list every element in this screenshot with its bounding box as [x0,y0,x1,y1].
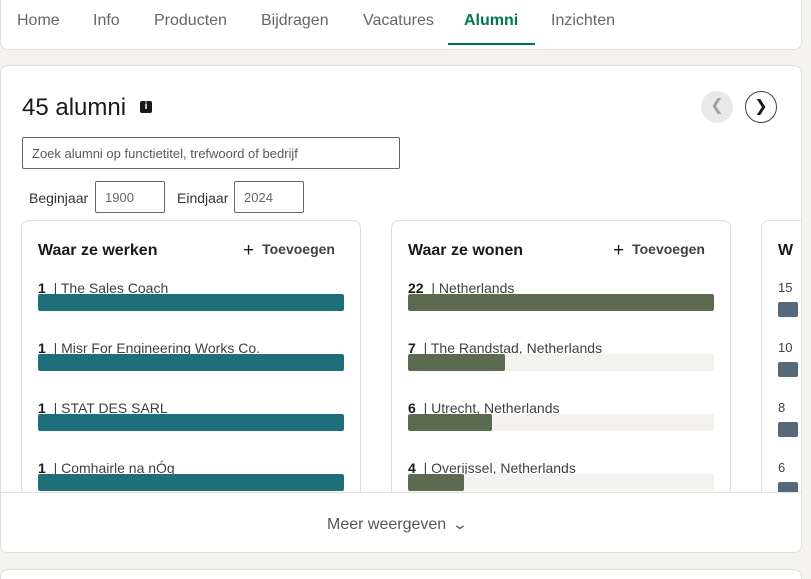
alumni-card: 45 alumni i ❮ ❯ Beginjaar Eindjaar Waar … [0,65,802,553]
column-title: W [778,242,794,259]
bar-fill [38,474,344,491]
bar-fill [38,414,344,431]
bar-fill [778,422,798,437]
previous-button[interactable]: ❮ [701,91,733,123]
tab-bijdragen[interactable]: Bijdragen [261,13,329,51]
add-button-label: Toevoegen [262,241,335,257]
chevron-left-icon: ❮ [710,97,724,114]
page-tabs: Home Info Producten Bijdragen Vacatures … [0,0,802,50]
bar-track [408,414,714,431]
column-where-they-live: Waar ze wonen + Toevoegen 22 | Netherland… [391,220,731,510]
bar-track [38,354,344,371]
card-footer: Meer weergeven ⌄ [1,492,801,552]
item-count: 10 [778,340,793,355]
item-count: 6 [778,460,786,475]
bar-fill [408,354,506,371]
bar-track [408,474,714,491]
item-count: 15 [778,280,793,295]
page-title: 45 alumni [22,94,127,121]
column-third-partial: W 15 10 8 6 [761,220,801,510]
chevron-down-icon: ⌄ [451,516,469,532]
add-button[interactable]: + Toevoegen [243,240,335,262]
tab-home[interactable]: Home [17,13,60,51]
tab-vacatures[interactable]: Vacatures [363,13,434,51]
column-where-they-work: Waar ze werken + Toevoegen 1 | The Sales … [21,220,361,510]
bar-track [38,414,344,431]
plus-icon: + [243,240,255,261]
search-input[interactable] [22,137,400,169]
info-icon[interactable]: i [140,101,152,113]
chevron-right-icon: ❯ [754,98,768,115]
tab-alumni[interactable]: Alumni [464,13,518,51]
bar-fill [408,294,714,311]
bar-track [408,294,714,311]
end-year-label: Eindjaar [177,190,229,206]
bar-fill [778,302,798,317]
list-item[interactable]: 22 | Netherlands [408,280,714,320]
end-year-input[interactable] [234,181,304,213]
bar-fill [408,474,464,491]
next-button[interactable]: ❯ [745,91,777,123]
item-count: 8 [778,400,786,415]
list-item[interactable]: 1 | STAT DES SARL [38,400,344,440]
next-card [0,569,802,579]
list-item[interactable]: 1 | Misr For Engineering Works Co. [38,340,344,380]
list-item[interactable]: 6 | Utrecht, Netherlands [408,400,714,440]
show-more-button[interactable]: Meer weergeven ⌄ [327,516,469,534]
add-button[interactable]: + Toevoegen [613,240,705,262]
show-more-label: Meer weergeven [327,516,447,533]
add-button-label: Toevoegen [632,241,705,257]
bar-fill [408,414,492,431]
bar-fill [38,294,344,311]
bar-track [38,294,344,311]
plus-icon: + [613,240,625,261]
start-year-input[interactable] [95,181,165,213]
start-year-label: Beginjaar [29,190,89,206]
bar-track [408,354,714,371]
tab-producten[interactable]: Producten [154,13,227,51]
bar-fill [38,354,344,371]
column-title: Waar ze wonen [408,242,523,259]
bar-fill [778,362,798,377]
bar-track [38,474,344,491]
list-item[interactable]: 1 | The Sales Coach [38,280,344,320]
list-item[interactable]: 7 | The Randstad, Netherlands [408,340,714,380]
active-tab-indicator [448,43,535,45]
column-title: Waar ze werken [38,242,158,259]
tab-inzichten[interactable]: Inzichten [551,13,615,51]
tab-info[interactable]: Info [93,13,120,51]
